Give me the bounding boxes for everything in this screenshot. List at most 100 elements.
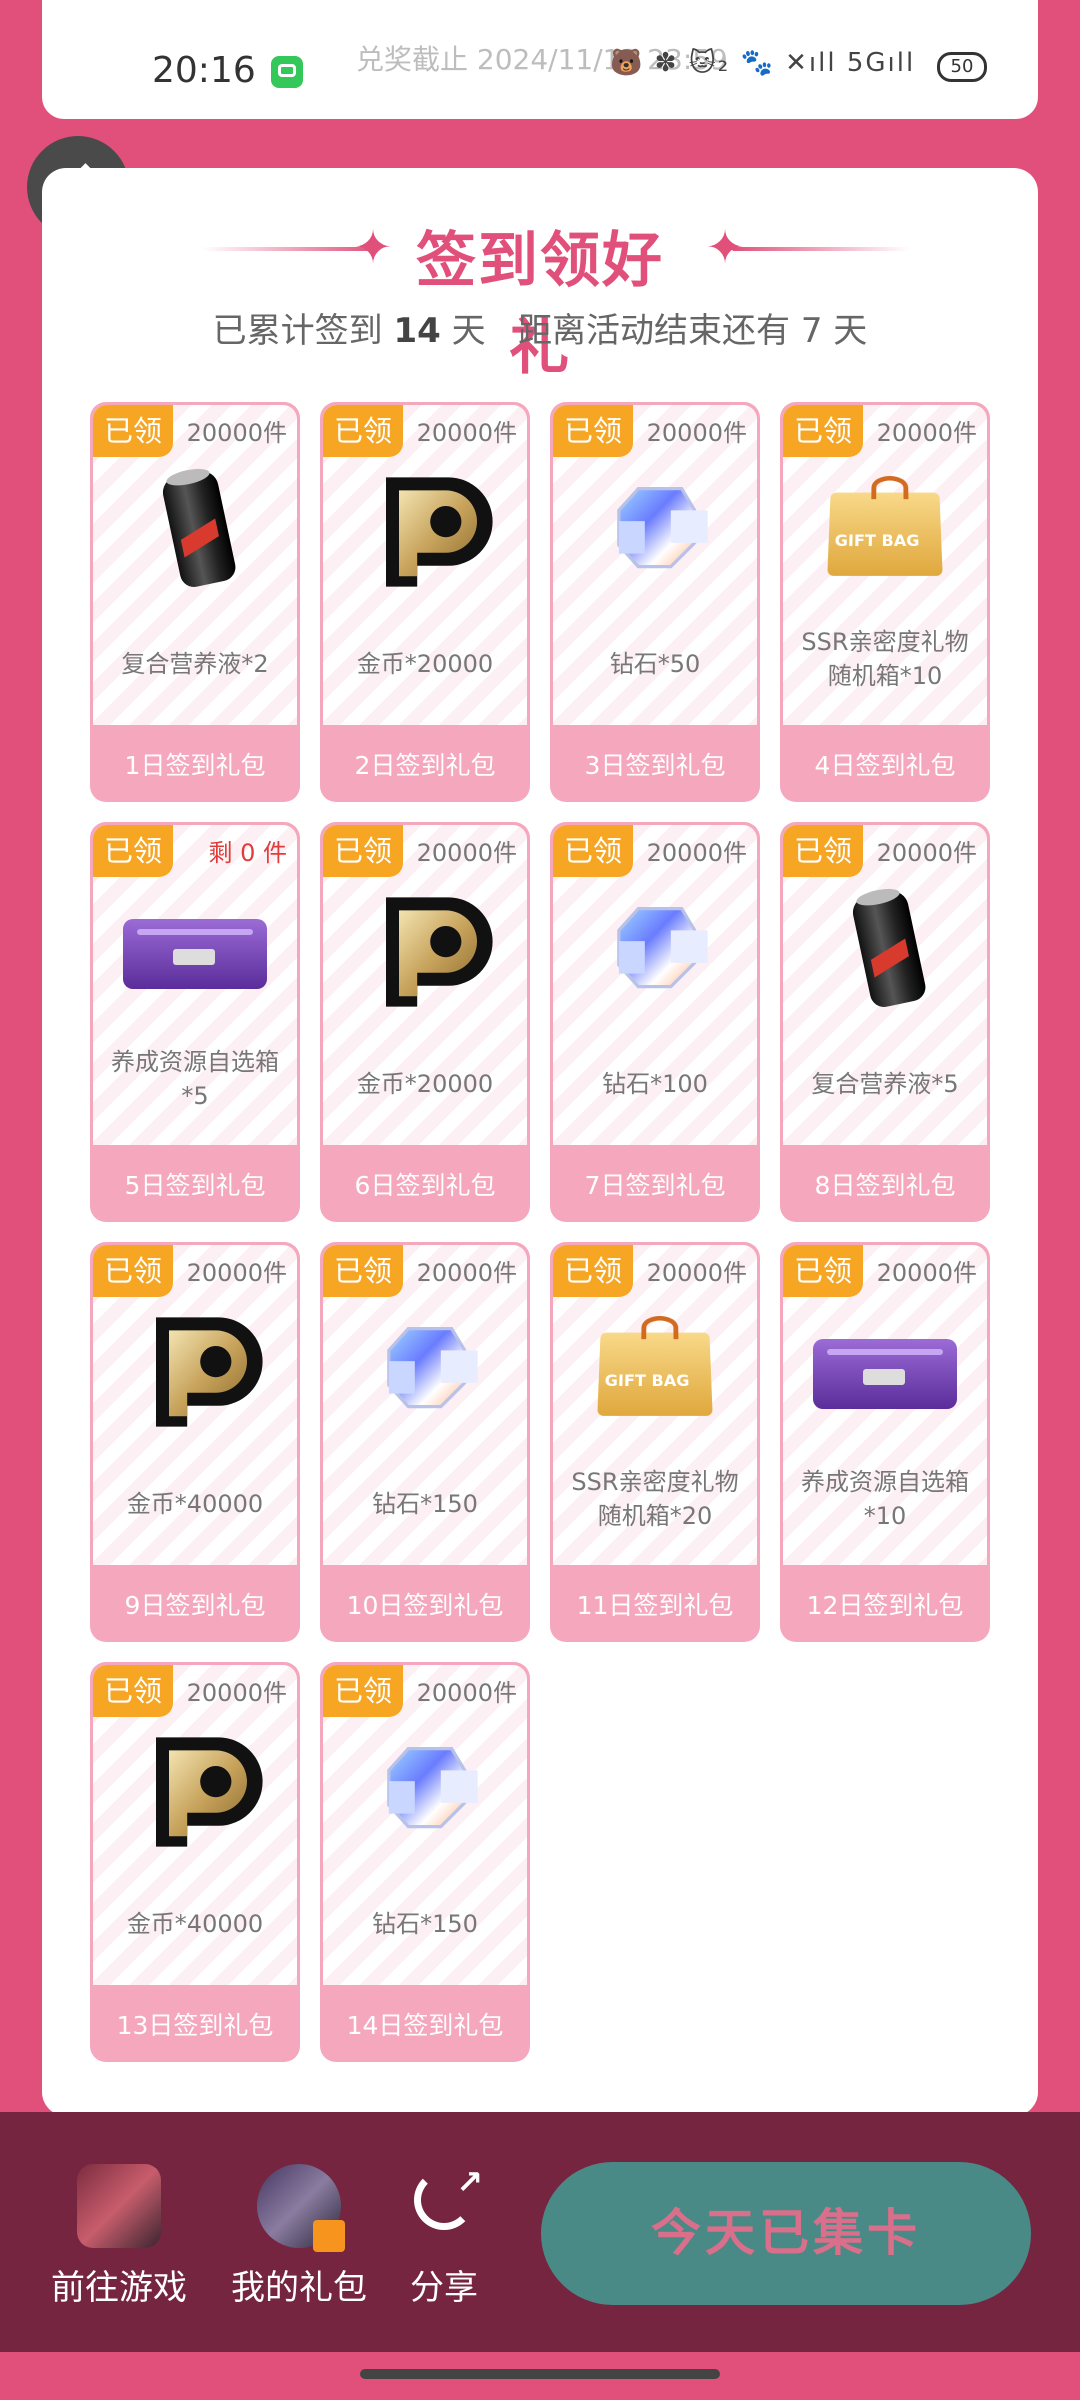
message-icon — [271, 56, 303, 88]
claimed-badge: 已领 — [783, 825, 863, 877]
home-indicator[interactable] — [360, 2369, 720, 2379]
gift-card-body: 已领 20000件 养成资源自选箱 *10 — [783, 1245, 987, 1565]
gift-card[interactable]: 已领 20000件 SSR亲密度礼物随机箱*20 11日签到礼包 — [550, 1242, 760, 1642]
claimed-badge: 已领 — [323, 1665, 403, 1717]
go-game-button[interactable]: 前往游戏 — [44, 2164, 194, 2309]
day-label: 5日签到礼包 — [124, 1171, 266, 1200]
day-label: 13日签到礼包 — [116, 2011, 274, 2040]
gift-card-body: 已领 20000件 钻石*150 — [323, 1245, 527, 1565]
claimed-badge: 已领 — [553, 825, 633, 877]
gift-card[interactable]: 已领 20000件 金币*20000 2日签到礼包 — [320, 402, 530, 802]
diamond-icon — [605, 467, 708, 597]
my-gifts-button[interactable]: 我的礼包 — [224, 2164, 374, 2309]
crate-icon — [123, 887, 267, 1017]
gift-card-body: 已领 20000件 SSR亲密度礼物随机箱*10 — [783, 405, 987, 725]
stock-count: 20000件 — [416, 419, 517, 447]
claimed-badge: 已领 — [323, 1245, 403, 1297]
page-title: 签到领好礼 — [416, 226, 664, 383]
gift-card-body: 已领 20000件复合营养液*2 — [93, 405, 297, 725]
day-label: 6日签到礼包 — [354, 1171, 496, 1200]
signin-summary: 已累计签到 14 天 距离活动结束还有 7 天 — [42, 303, 1038, 352]
gift-card-body: 已领 剩 0 件养成资源自选箱 *5 — [93, 825, 297, 1145]
claimed-today-button[interactable]: 今天已集卡 — [541, 2162, 1031, 2305]
reward-name-line2: 随机箱*10 — [827, 662, 943, 690]
stock-count: 剩 0 件 — [208, 839, 287, 867]
reward-name: 金币*20000 — [323, 647, 527, 681]
coin-icon — [375, 887, 493, 1017]
claimed-badge: 已领 — [93, 405, 173, 457]
claimed-badge: 已领 — [93, 1245, 173, 1297]
stock-count: 20000件 — [646, 839, 747, 867]
gift-bag-icon — [597, 1307, 713, 1437]
day-label: 3日签到礼包 — [584, 751, 726, 780]
claimed-badge: 已领 — [783, 405, 863, 457]
gift-card[interactable]: 已领 20000件 金币*40000 13日签到礼包 — [90, 1662, 300, 2062]
day-label: 9日签到礼包 — [124, 1591, 266, 1620]
gift-card[interactable]: 已领 20000件 金币*20000 6日签到礼包 — [320, 822, 530, 1222]
stock-count: 20000件 — [876, 839, 977, 867]
gift-card[interactable]: 已领 20000件 SSR亲密度礼物随机箱*10 4日签到礼包 — [780, 402, 990, 802]
reward-name: 金币*40000 — [93, 1487, 297, 1521]
gift-card-body: 已领 20000件复合营养液*5 — [783, 825, 987, 1145]
reward-name-line1: 养成资源自选箱 — [801, 1468, 969, 1496]
reward-name-line1: SSR亲密度礼物 — [571, 1468, 739, 1496]
gift-card[interactable]: 已领 20000件 钻石*150 10日签到礼包 — [320, 1242, 530, 1642]
coin-icon — [375, 467, 493, 597]
day-label: 11日签到礼包 — [576, 1591, 734, 1620]
coin-icon — [145, 1307, 263, 1437]
gift-card[interactable]: 已领 剩 0 件养成资源自选箱 *5 5日签到礼包 — [90, 822, 300, 1222]
gift-card[interactable]: 已领 20000件 养成资源自选箱 *10 12日签到礼包 — [780, 1242, 990, 1642]
gift-card-body: 已领 20000件 钻石*150 — [323, 1665, 527, 1985]
status-icons: 🐻 ✽ 🐱₂ 🐾 ✕ıll 5Gıll — [610, 48, 916, 78]
gift-card-body: 已领 20000件 SSR亲密度礼物随机箱*20 — [553, 1245, 757, 1565]
gift-card-body: 已领 20000件 金币*40000 — [93, 1245, 297, 1565]
clock: 20:16 — [152, 50, 256, 91]
gift-card[interactable]: 已领 20000件钻石*50 3日签到礼包 — [550, 402, 760, 802]
claimed-badge: 已领 — [323, 405, 403, 457]
reward-name: 金币*20000 — [323, 1067, 527, 1101]
reward-name: 养成资源自选箱 *10 — [783, 1465, 987, 1533]
battery-icon: 50 — [937, 52, 987, 82]
reward-name-line1: 金币*40000 — [126, 1910, 264, 1938]
go-game-label: 前往游戏 — [51, 2268, 187, 2308]
reward-name-line2: 随机箱*20 — [597, 1502, 713, 1530]
reward-name-line1: 钻石*50 — [609, 650, 701, 678]
reward-name-line2: *5 — [181, 1082, 209, 1110]
diamond-icon — [375, 1727, 478, 1857]
claimed-badge: 已领 — [553, 1245, 633, 1297]
stock-count: 20000件 — [186, 419, 287, 447]
day-label: 8日签到礼包 — [814, 1171, 956, 1200]
reward-name: 复合营养液*5 — [783, 1067, 987, 1101]
stock-count: 20000件 — [186, 1679, 287, 1707]
gift-card-body: 已领 20000件金币*20000 — [323, 405, 527, 725]
share-icon: ↗ — [414, 2163, 483, 2230]
gift-card[interactable]: 已领 20000件 复合营养液*2 1日签到礼包 — [90, 402, 300, 802]
status-bar: 20:16 兑奖截止 2024/11/13 23:59 🐻 ✽ 🐱₂ 🐾 ✕ıl… — [0, 0, 1080, 120]
claimed-badge: 已领 — [553, 405, 633, 457]
share-button[interactable]: ↗ 分享 — [404, 2163, 484, 2309]
title-deco-right — [732, 247, 910, 251]
signin-card: ✦ 签到领好礼 ✦ 已累计签到 14 天 距离活动结束还有 7 天 已领 2000… — [42, 168, 1038, 2116]
reward-name: SSR亲密度礼物 随机箱*10 — [783, 625, 987, 693]
reward-name-line1: 钻石*100 — [602, 1070, 708, 1098]
day-label: 10日签到礼包 — [346, 1591, 504, 1620]
stock-count: 20000件 — [416, 839, 517, 867]
gift-card[interactable]: 已领 20000件 钻石*150 14日签到礼包 — [320, 1662, 530, 2062]
gift-card[interactable]: 已领 20000件复合营养液*5 8日签到礼包 — [780, 822, 990, 1222]
gift-card-body: 已领 20000件钻石*50 — [553, 405, 757, 725]
can-icon — [145, 467, 245, 597]
gift-card[interactable]: 已领 20000件 金币*40000 9日签到礼包 — [90, 1242, 300, 1642]
gift-card-body: 已领 20000件钻石*100 — [553, 825, 757, 1145]
signed-days: 14 — [393, 311, 441, 351]
stock-count: 20000件 — [646, 419, 747, 447]
reward-name: 复合营养液*2 — [93, 647, 297, 681]
gift-card-body: 已领 20000件 金币*40000 — [93, 1665, 297, 1985]
gift-card[interactable]: 已领 20000件 钻石*100 7日签到礼包 — [550, 822, 760, 1222]
signed-unit: 天 — [451, 311, 486, 351]
gift-bag-icon — [827, 467, 943, 597]
diamond-icon — [375, 1307, 478, 1437]
reward-name-line1: 复合营养液*2 — [121, 650, 269, 678]
stock-count: 20000件 — [876, 419, 977, 447]
reward-name: 钻石*100 — [553, 1067, 757, 1101]
my-gifts-label: 我的礼包 — [231, 2268, 367, 2308]
